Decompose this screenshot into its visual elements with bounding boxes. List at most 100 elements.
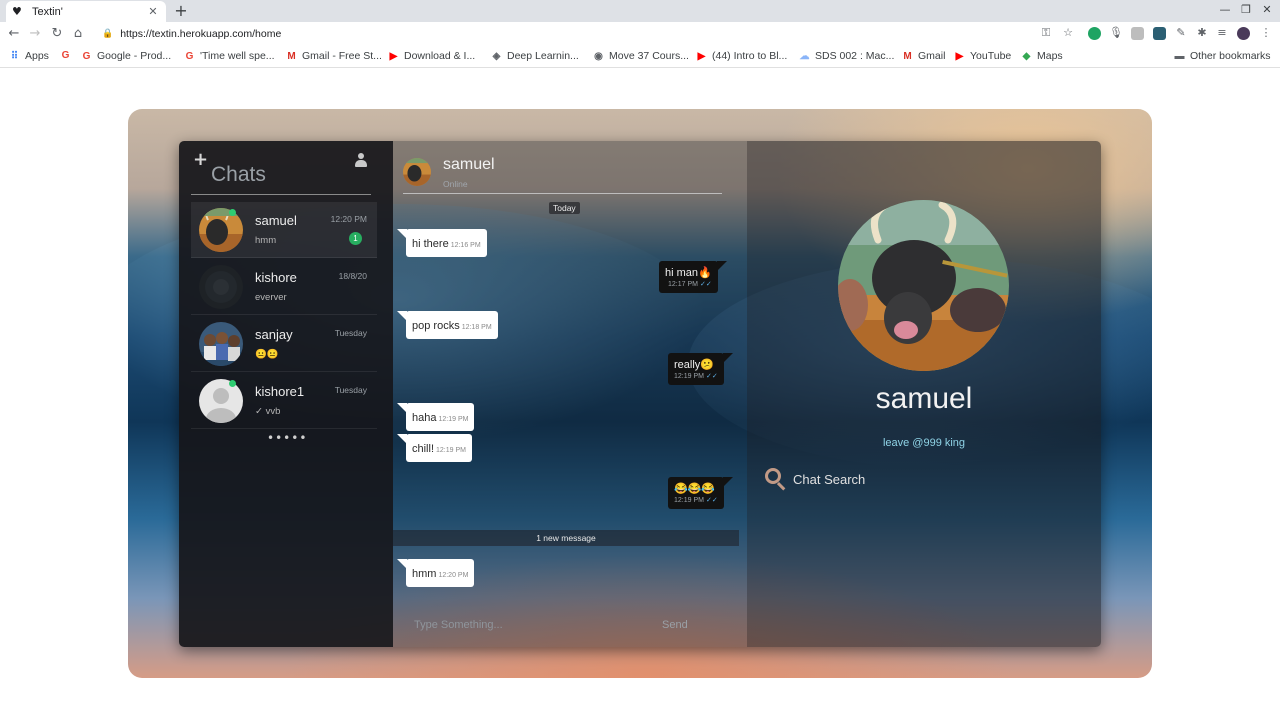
message-input[interactable] — [414, 619, 644, 631]
url-text: https://textin.herokuapp.com/home — [120, 28, 282, 40]
star-icon[interactable]: ☆ — [1060, 26, 1076, 39]
bookmark-sds002[interactable]: ☁ SDS 002 : Mac... — [799, 50, 895, 62]
chat-time: 18/8/20 — [338, 271, 367, 281]
bookmark-youtube[interactable]: ▶ YouTube — [954, 50, 1012, 62]
message-time: 12:17 PM — [668, 281, 698, 288]
message-time: 12:16 PM — [450, 242, 481, 249]
chat-name: kishore — [255, 270, 297, 285]
message-text: pop rocks — [412, 320, 460, 332]
message-incoming: hmm 12:20 PM — [396, 559, 475, 587]
message-time: 12:19 PM — [674, 497, 704, 504]
reload-icon[interactable]: ↻ — [49, 26, 65, 42]
chat-search-button[interactable]: Chat Search — [764, 467, 865, 491]
bookmark-time-well-spent[interactable]: G 'Time well spe... — [184, 50, 275, 62]
read-ticks-icon: ✓✓ — [705, 497, 718, 504]
contact-status-message: leave @999 king — [882, 437, 966, 449]
chat-name: kishore1 — [255, 384, 305, 399]
chat-item-kishore1[interactable]: kishore1 Tuesday ✓ vvb — [191, 373, 377, 429]
google-icon: G — [82, 50, 91, 62]
minimize-icon[interactable]: — — [1215, 3, 1235, 16]
add-chat-icon[interactable]: + — [193, 149, 208, 170]
message-text: really😕 — [674, 359, 714, 371]
bookmark-deep-learning[interactable]: ◈ Deep Learnin... — [491, 50, 579, 62]
user-profile-icon[interactable] — [355, 153, 367, 167]
bookmark-apps[interactable]: ⠿ Apps — [9, 50, 49, 62]
new-tab-icon[interactable]: + — [172, 2, 190, 20]
conversation-panel: samuel Online Today hi there 12:16 PM hi … — [393, 141, 747, 647]
chat-item-samuel[interactable]: samuel 12:20 PM hmm 1 — [191, 202, 377, 258]
menu-dots-icon[interactable]: ⋮ — [1258, 26, 1274, 39]
contact-name: samuel — [443, 156, 495, 173]
youtube-icon: ▶ — [697, 50, 706, 62]
day-separator: Today — [549, 202, 580, 214]
bookmark-google-prod[interactable]: G Google - Prod... — [81, 50, 172, 62]
message-text: hmm — [412, 568, 437, 580]
avatar — [199, 322, 243, 366]
bookmark-intro-bl[interactable]: ▶ (44) Intro to Bl... — [696, 50, 788, 62]
profile-avatar[interactable] — [1237, 27, 1250, 40]
google-icon: G — [61, 50, 70, 61]
avatar — [199, 208, 243, 252]
key-icon[interactable]: ⚿ — [1038, 26, 1054, 40]
chat-preview: ✓ vvb — [255, 406, 281, 417]
window-close-icon[interactable]: ✕ — [1257, 3, 1277, 16]
bookmark-gmail[interactable]: M Gmail — [902, 50, 945, 62]
chat-item-kishore[interactable]: kishore 18/8/20 everver — [191, 259, 377, 315]
restore-icon[interactable]: ❐ — [1236, 3, 1256, 16]
message-incoming: pop rocks 12:18 PM — [397, 311, 498, 339]
bookmark-maps[interactable]: ◆ Maps — [1021, 50, 1063, 62]
load-more-dots[interactable]: ••••• — [267, 431, 307, 445]
chat-search-label: Chat Search — [793, 471, 866, 487]
grammarly-extension-icon[interactable] — [1088, 27, 1101, 40]
bookmark-move37[interactable]: ◉ Move 37 Cours... — [593, 50, 689, 62]
youtube-icon: ▶ — [389, 50, 398, 62]
address-bar[interactable]: 🔒 https://textin.herokuapp.com/home — [96, 24, 1082, 44]
heart-favicon-icon: ♥ — [12, 4, 22, 18]
chat-item-sanjay[interactable]: sanjay Tuesday 😐😐 — [191, 316, 377, 372]
browser-tab[interactable]: ♥ Textin' ✕ — [6, 1, 166, 22]
bookmark-download[interactable]: ▶ Download & I... — [388, 50, 476, 62]
contact-status: Online — [443, 179, 468, 189]
new-message-divider: 1 new message — [393, 530, 739, 546]
k-extension-icon[interactable] — [1131, 27, 1144, 40]
message-time: 12:19 PM — [438, 416, 469, 423]
chat-preview: everver — [255, 292, 287, 303]
message-time: 12:19 PM — [674, 373, 704, 380]
chats-sidebar: + Chats samuel 12:20 PM hmm 1 kishore 18… — [179, 141, 393, 647]
microphone-extension-icon[interactable]: 🎙 — [1108, 26, 1124, 39]
youtube-icon: ▶ — [955, 50, 964, 62]
browser-tabstrip: ♥ Textin' ✕ + — ❐ ✕ — [0, 0, 1280, 22]
maps-icon: ◆ — [1022, 50, 1031, 62]
contact-display-name: samuel — [875, 382, 973, 415]
pen-extension-icon[interactable]: ✎ — [1173, 26, 1189, 39]
forward-icon[interactable]: → — [27, 26, 43, 42]
chat-time: Tuesday — [334, 385, 367, 395]
avatar — [199, 265, 243, 309]
dark-extension-icon[interactable] — [1153, 27, 1166, 40]
gmail-icon: M — [287, 50, 296, 62]
chat-name: samuel — [255, 213, 297, 228]
tab-close-icon[interactable]: ✕ — [146, 5, 160, 18]
message-text: chill! — [412, 443, 435, 455]
page-body: + Chats samuel 12:20 PM hmm 1 kishore 18… — [0, 68, 1280, 702]
contact-photo[interactable] — [838, 200, 1009, 371]
message-text: hi man🔥 — [665, 267, 712, 279]
message-time: 12:20 PM — [438, 572, 469, 579]
send-button[interactable]: Send — [662, 619, 688, 631]
other-bookmarks[interactable]: ▬ Other bookmarks — [1174, 50, 1271, 62]
chat-time: 12:20 PM — [330, 214, 367, 224]
message-outgoing: really😕 12:19 PM ✓✓ — [668, 353, 733, 385]
chat-preview: hmm — [255, 235, 277, 246]
unread-badge: 1 — [349, 232, 362, 245]
chat-app: + Chats samuel 12:20 PM hmm 1 kishore 18… — [179, 141, 1101, 647]
back-icon[interactable]: ← — [6, 26, 22, 42]
message-incoming: hi there 12:16 PM — [397, 229, 487, 257]
puzzle-extensions-icon[interactable]: ✱ — [1194, 26, 1210, 39]
bookmark-google[interactable]: G — [60, 50, 76, 61]
home-icon[interactable]: ⌂ — [70, 26, 86, 42]
reading-list-icon[interactable]: ≡ — [1214, 26, 1230, 39]
avatar — [199, 379, 243, 423]
contact-avatar[interactable] — [403, 158, 431, 186]
bookmark-gmail-free[interactable]: M Gmail - Free St... — [286, 50, 382, 62]
message-incoming: chill! 12:19 PM — [397, 434, 472, 462]
